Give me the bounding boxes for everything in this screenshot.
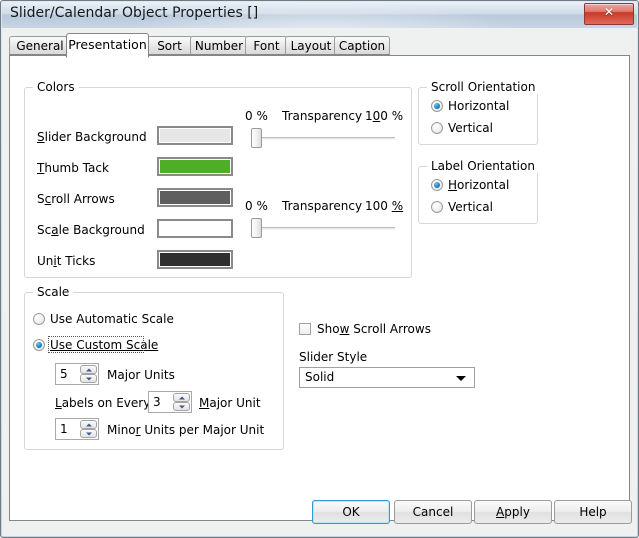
label-major-units: Major Units: [107, 368, 175, 382]
help-button[interactable]: Help: [554, 500, 632, 524]
scroll-orientation-group: Scroll Orientation Horizontal Vertical: [418, 80, 540, 145]
close-icon: ✕: [603, 5, 615, 19]
combobox-value: Solid: [305, 370, 335, 384]
label-unit-ticks: Unit Ticks: [37, 254, 96, 268]
swatch-scale-background[interactable]: [157, 219, 233, 238]
tab-general[interactable]: General: [9, 36, 71, 55]
close-button[interactable]: ✕: [584, 3, 634, 25]
presentation-tab-panel: Colors Slider Background Thumb Tack Scro…: [9, 55, 630, 521]
scroll-orientation-legend: Scroll Orientation: [427, 80, 540, 94]
label-slider-background: Slider Background: [37, 130, 147, 144]
scale-group-legend: Scale: [33, 285, 74, 299]
slider-track: [257, 137, 395, 140]
tab-presentation[interactable]: Presentation: [66, 33, 149, 58]
slider1-min-label: 0 %: [245, 109, 268, 123]
slider2-min-label: 0 %: [245, 199, 268, 213]
label-minor-units: Minor Units per Major Unit: [107, 423, 265, 437]
tab-caption[interactable]: Caption: [334, 36, 390, 55]
spinner-down-icon[interactable]: [80, 429, 97, 438]
slider-transparency-1[interactable]: [247, 127, 395, 149]
tab-layout[interactable]: Layout: [285, 36, 337, 55]
swatch-slider-background[interactable]: [157, 126, 233, 145]
label-slider-style: Slider Style: [299, 350, 368, 364]
radio-dot-icon: [431, 100, 443, 112]
radio-label: Use Automatic Scale: [50, 312, 174, 326]
title-bar: Slider/Calendar Object Properties [] ✕: [2, 2, 637, 29]
cancel-button[interactable]: Cancel: [394, 500, 472, 524]
combobox-slider-style[interactable]: Solid: [299, 367, 475, 388]
tab-sort[interactable]: Sort: [146, 36, 193, 55]
dialog-button-bar: OK Cancel Apply Help: [2, 494, 639, 536]
apply-button[interactable]: Apply: [474, 500, 552, 524]
label-thumb-tack: Thumb Tack: [37, 161, 109, 175]
tab-font[interactable]: Font: [245, 36, 288, 55]
radio-dot-icon: [431, 179, 443, 191]
checkbox-box-icon: [299, 323, 311, 335]
radio-label: Vertical: [448, 121, 493, 135]
radio-label: Horizontal: [448, 99, 510, 113]
label-scroll-arrows: Scroll Arrows: [37, 192, 115, 206]
radio-dot-icon: [33, 313, 45, 325]
properties-dialog-window: Slider/Calendar Object Properties [] ✕ G…: [0, 0, 639, 538]
slider-thumb[interactable]: [251, 218, 262, 238]
radio-dot-icon: [33, 339, 45, 351]
spinner-down-icon[interactable]: [173, 402, 190, 411]
spinner-major-units[interactable]: 5: [55, 363, 99, 385]
spinner-up-icon[interactable]: [173, 393, 190, 402]
window-title: Slider/Calendar Object Properties []: [10, 5, 259, 21]
scale-group: Scale Use Automatic Scale Use Custom Sca…: [24, 285, 284, 450]
spinner-down-icon[interactable]: [80, 374, 97, 383]
swatch-thumb-tack[interactable]: [157, 157, 233, 176]
radio-label: Horizontal: [448, 178, 510, 192]
spinner-buttons: [80, 420, 97, 438]
label-orientation-group: Label Orientation Horizontal Vertical: [418, 159, 539, 224]
slider2-title: Transparency: [282, 199, 363, 213]
spinner-labels-on-every[interactable]: 3: [148, 391, 192, 413]
label-labels-on-every: Labels on Every: [55, 396, 151, 410]
tab-number[interactable]: Number: [190, 36, 248, 55]
slider-thumb[interactable]: [251, 128, 262, 148]
slider2-max-label: 100 %: [365, 199, 404, 213]
colors-group: Colors Slider Background Thumb Tack Scro…: [24, 80, 412, 278]
checkbox-label: Show Scroll Arrows: [317, 322, 431, 336]
radio-dot-icon: [431, 122, 443, 134]
swatch-unit-ticks[interactable]: [157, 250, 233, 269]
slider1-max-label: 100 %: [365, 109, 404, 123]
radio-label: Use Custom Scale: [50, 338, 159, 352]
label-major-unit: Major Unit: [199, 396, 261, 410]
spinner-buttons: [173, 393, 190, 411]
chevron-down-icon[interactable]: [456, 376, 466, 381]
radio-dot-icon: [431, 201, 443, 213]
spinner-buttons: [80, 365, 97, 383]
spinner-up-icon[interactable]: [80, 365, 97, 374]
slider-track: [257, 227, 395, 230]
dialog-client-area: General Presentation Sort Number Font La…: [2, 28, 637, 536]
spinner-minor-units[interactable]: 1: [55, 418, 99, 440]
slider-transparency-2[interactable]: [247, 217, 395, 239]
spinner-up-icon[interactable]: [80, 420, 97, 429]
ok-button[interactable]: OK: [312, 500, 390, 524]
label-scale-background: Scale Background: [37, 223, 145, 237]
radio-label: Vertical: [448, 200, 493, 214]
label-orientation-legend: Label Orientation: [427, 159, 539, 173]
slider1-title: Transparency: [282, 109, 363, 123]
swatch-scroll-arrows[interactable]: [157, 188, 233, 207]
colors-group-legend: Colors: [33, 80, 79, 94]
